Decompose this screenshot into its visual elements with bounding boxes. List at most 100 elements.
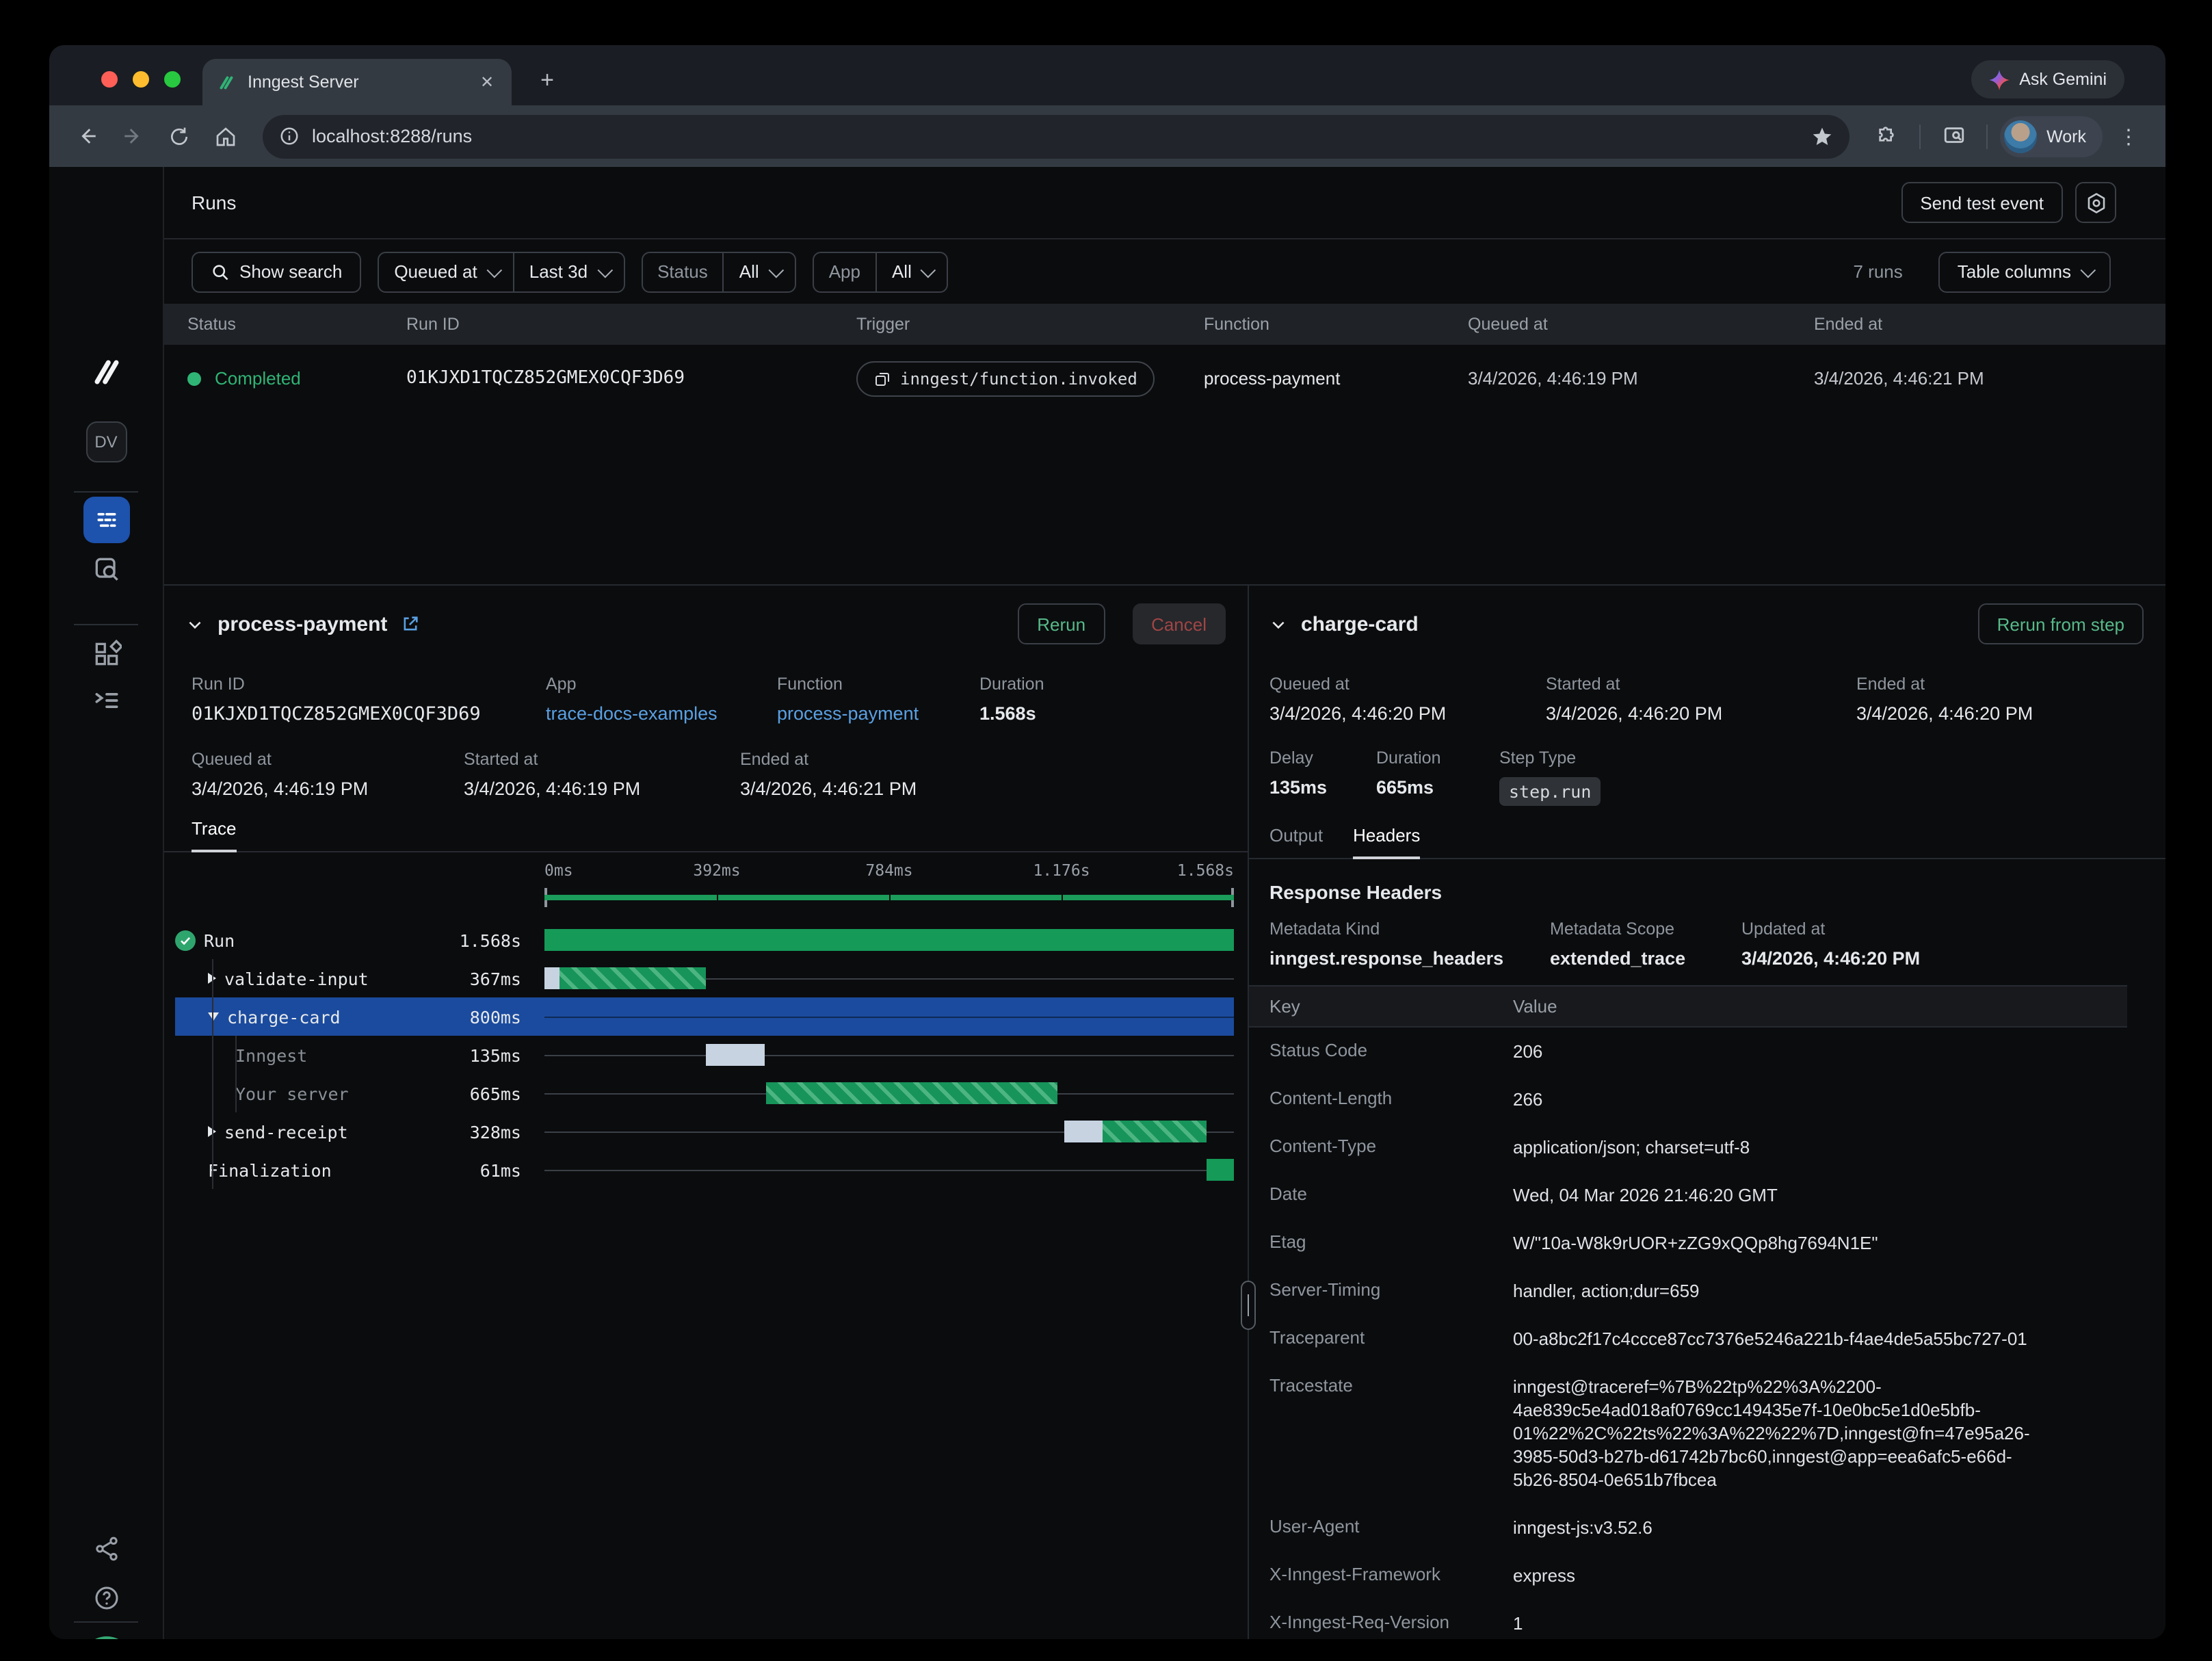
app-sidebar: DV <box>49 167 164 1639</box>
minimize-window-button[interactable] <box>133 71 149 88</box>
rerun-from-step-button[interactable]: Rerun from step <box>1978 603 2144 644</box>
trace-step-bar-area <box>544 1006 1234 1028</box>
close-window-button[interactable] <box>101 71 118 88</box>
field-label: Metadata Scope <box>1550 919 1741 939</box>
table-columns-button[interactable]: Table columns <box>1938 251 2111 292</box>
avatar <box>2004 120 2037 153</box>
profile-label: Work <box>2046 127 2086 146</box>
status-filter[interactable]: Status All <box>641 251 796 292</box>
field-label: Started at <box>464 750 740 769</box>
trace-row-your-server[interactable]: Your server665ms <box>175 1074 1234 1112</box>
queued-at-filter[interactable]: Queued at Last 3d <box>378 251 624 292</box>
header-row: User-Agentinngest-js:v3.52.6 <box>1249 1504 2165 1552</box>
col-queued-at: Queued at <box>1468 315 1814 334</box>
metadata-scope: extended_trace <box>1550 948 1741 969</box>
header-key: Content-Type <box>1249 1136 1513 1159</box>
trace-row-send-receipt[interactable]: send-receipt328ms <box>175 1112 1234 1151</box>
trace-row-inngest[interactable]: Inngest135ms <box>175 1036 1234 1074</box>
timeline-minimap[interactable] <box>544 888 1234 907</box>
settings-button[interactable] <box>2075 182 2116 223</box>
trace-step-bar-area <box>544 967 1234 989</box>
function-name: process-payment <box>1204 368 1468 389</box>
page-title: Runs <box>192 192 236 213</box>
send-test-event-button[interactable]: Send test event <box>1901 182 2063 223</box>
trace-step-name: Inngest <box>235 1045 307 1065</box>
external-link-icon[interactable] <box>401 614 420 633</box>
sidebar-item-events[interactable] <box>91 554 121 584</box>
side-panel-search-icon[interactable] <box>1933 116 1974 157</box>
inngest-favicon-icon <box>216 72 237 92</box>
collapse-chevron-icon[interactable] <box>186 615 204 633</box>
trace-bar-segment-delay <box>1064 1121 1103 1142</box>
header-row: X-Inngest-Req-Version1 <box>1249 1599 2165 1639</box>
field-label: Run ID <box>192 675 546 694</box>
table-row[interactable]: Completed 01KJXD1TQCZ852GMEX0CQF3D69 inn… <box>164 345 2165 412</box>
time-range-value: Last 3d <box>529 261 588 282</box>
trace-bar-segment-delay <box>706 1044 765 1066</box>
tab-output[interactable]: Output <box>1269 825 1323 858</box>
row-ended-at: 3/4/2026, 4:46:21 PM <box>1814 368 2133 389</box>
runs-table-header: Status Run ID Trigger Function Queued at… <box>164 304 2165 345</box>
extensions-icon[interactable] <box>1866 116 1907 157</box>
site-info-icon[interactable] <box>279 126 300 146</box>
tab-headers[interactable]: Headers <box>1353 825 1420 858</box>
sidebar-item-runs[interactable] <box>83 497 129 543</box>
new-tab-button[interactable]: + <box>531 64 564 97</box>
trace-step-bar-area <box>544 929 1234 951</box>
reload-icon[interactable] <box>159 116 200 157</box>
app-link[interactable]: trace-docs-examples <box>546 703 777 724</box>
tab-trace[interactable]: Trace <box>192 818 237 851</box>
browser-window: Inngest Server ✕ + Ask Gemini localhost:… <box>49 45 2165 1639</box>
trace-step-name: Run <box>204 930 235 950</box>
app-filter[interactable]: App All <box>813 251 949 292</box>
col-trigger: Trigger <box>856 315 1204 334</box>
window-controls[interactable] <box>101 71 181 88</box>
header-value: 206 <box>1513 1040 1542 1063</box>
ask-gemini-button[interactable]: Ask Gemini <box>1971 60 2124 99</box>
browser-menu-icon[interactable]: ⋮ <box>2108 116 2149 157</box>
maximize-window-button[interactable] <box>164 71 181 88</box>
sidebar-item-functions[interactable] <box>91 685 121 716</box>
header-key: Tracestate <box>1249 1375 1513 1491</box>
cancel-button[interactable]: Cancel <box>1132 603 1226 644</box>
show-search-button[interactable]: Show search <box>192 251 361 292</box>
field-label: Duration <box>979 675 1044 694</box>
expand-caret-icon[interactable] <box>208 1012 219 1021</box>
browser-tab[interactable]: Inngest Server ✕ <box>202 59 512 105</box>
rerun-button[interactable]: Rerun <box>1018 603 1105 644</box>
trace-step-name: validate-input <box>224 968 369 989</box>
trace-row-run[interactable]: Run1.568s <box>175 921 1234 959</box>
step-panel-title: charge-card <box>1301 612 1419 636</box>
profile-chip[interactable]: Work <box>2000 116 2103 157</box>
trigger-pill[interactable]: inngest/function.invoked <box>856 361 1155 396</box>
header-key: Traceparent <box>1249 1327 1513 1350</box>
trace-step-name: charge-card <box>227 1006 341 1027</box>
url-bar[interactable]: localhost:8288/runs <box>263 114 1849 158</box>
trace-row-validate-input[interactable]: validate-input 367ms <box>175 959 1234 997</box>
step-delay: 135ms <box>1269 777 1376 798</box>
metadata-kind: inngest.response_headers <box>1269 948 1550 969</box>
field-run-id: 01KJXD1TQCZ852GMEX0CQF3D69 <box>192 703 546 725</box>
field-label: Ended at <box>740 750 917 769</box>
function-link[interactable]: process-payment <box>777 703 979 724</box>
trace-row-finalization[interactable]: Finalization61ms <box>175 1151 1234 1189</box>
forward-icon[interactable] <box>112 116 153 157</box>
tab-close-icon[interactable]: ✕ <box>476 73 498 92</box>
trace-row-charge-card[interactable]: charge-card800ms <box>175 997 1234 1036</box>
run-panel: process-payment Rerun Cancel Run ID 01KJX… <box>164 586 1248 1639</box>
help-icon[interactable] <box>92 1584 120 1612</box>
back-icon[interactable] <box>66 116 107 157</box>
trace-step-duration: 665ms <box>435 1083 521 1103</box>
workspace-badge[interactable]: DV <box>85 421 127 462</box>
bookmark-star-icon[interactable] <box>1811 125 1833 147</box>
axis-tick-label: 784ms <box>865 861 912 880</box>
dev-tools-button[interactable] <box>80 1636 132 1639</box>
header-value: application/json; charset=utf-8 <box>1513 1136 1750 1159</box>
share-icon[interactable] <box>92 1535 120 1562</box>
trace-step-duration: 367ms <box>435 968 521 989</box>
collapse-chevron-icon[interactable] <box>1269 615 1287 633</box>
header-value: Wed, 04 Mar 2026 21:46:20 GMT <box>1513 1183 1778 1207</box>
home-icon[interactable] <box>205 116 246 157</box>
header-value: 1 <box>1513 1612 1523 1635</box>
sidebar-item-apps[interactable] <box>91 639 121 669</box>
